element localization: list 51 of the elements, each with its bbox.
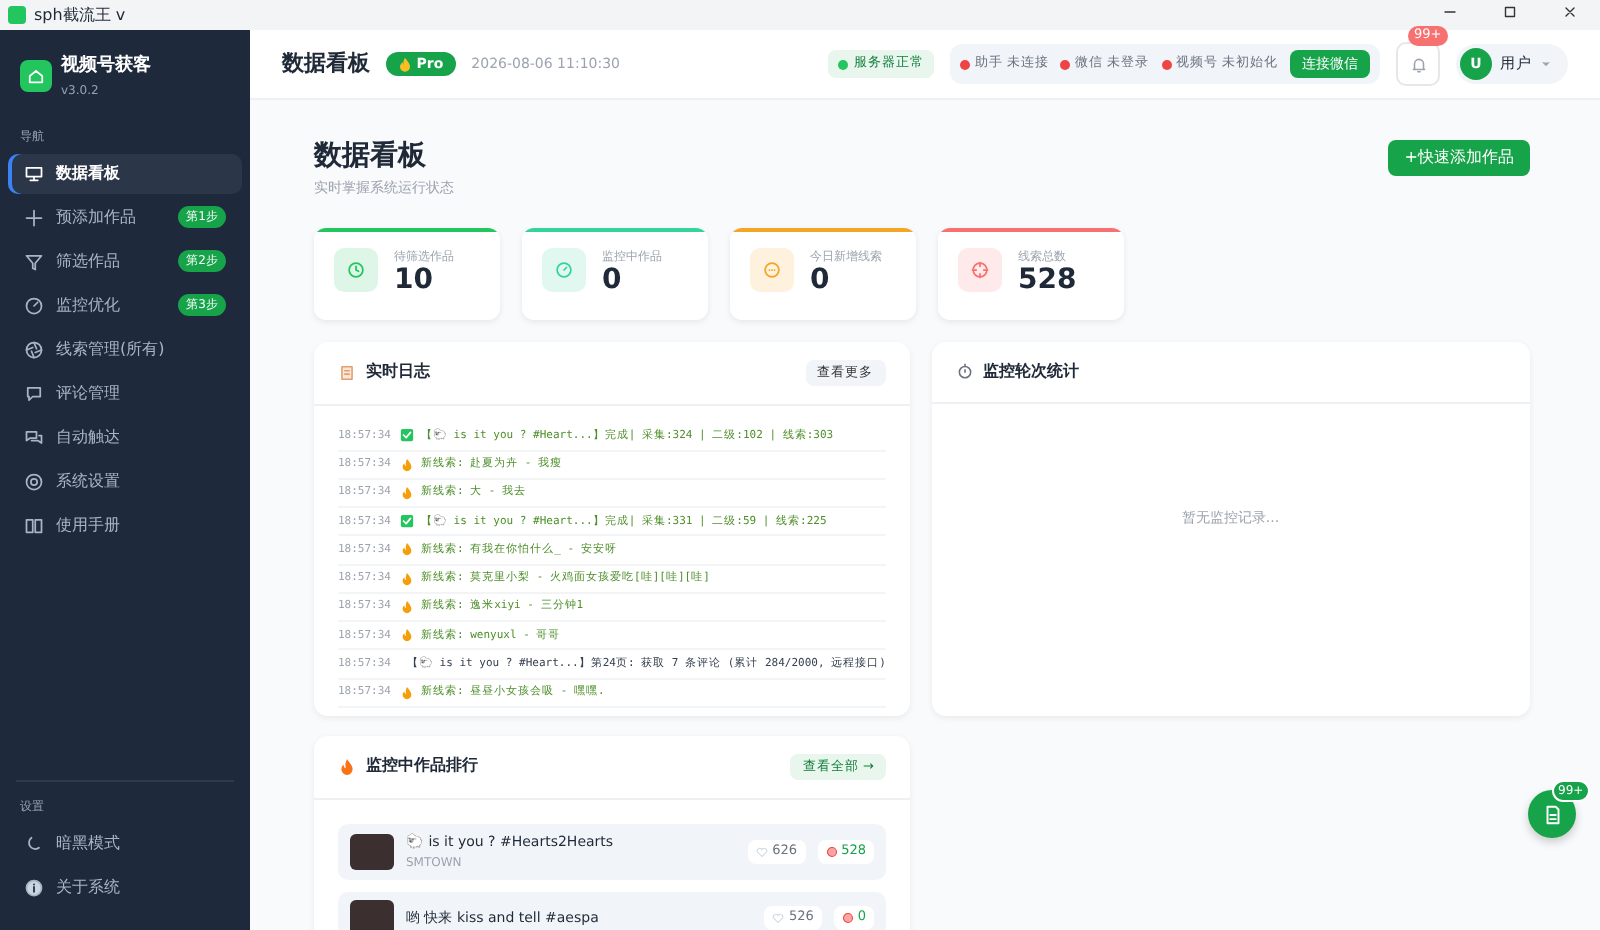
photo-placeholder <box>350 834 394 870</box>
panel-title: 监控轮次统计 <box>983 359 1079 383</box>
flame-icon <box>398 57 412 71</box>
logo-icon <box>20 60 52 93</box>
app-name: 视频号获客 <box>61 54 151 80</box>
page-title: 数据看板 <box>314 138 428 176</box>
stat-value: 0 <box>810 265 832 293</box>
stat-value: 10 <box>394 265 435 293</box>
flame-icon <box>399 685 413 700</box>
chat-icon <box>762 260 782 280</box>
sidebar-item[interactable]: 线索管理(所有) <box>8 329 242 369</box>
sidebar-item[interactable]: 评论管理 <box>8 373 242 413</box>
moon-icon <box>24 834 44 854</box>
notification-button[interactable] <box>1396 42 1440 86</box>
messages-icon <box>24 427 44 447</box>
clock-icon <box>346 260 366 280</box>
caret-icon <box>1540 58 1552 70</box>
clipboard-icon <box>338 363 356 382</box>
plus-icon <box>24 207 44 227</box>
dashboard-icon <box>24 163 44 183</box>
photo-placeholder <box>350 899 394 930</box>
sidebar-item[interactable]: 关于系统 <box>8 868 242 908</box>
stat-value: 528 <box>1018 265 1077 293</box>
filter-icon <box>24 251 44 271</box>
gauge-icon <box>24 295 44 315</box>
maximize-icon[interactable] <box>1502 4 1518 21</box>
stopwatch-icon <box>955 362 973 380</box>
window-title: sph截流王 v <box>34 3 126 27</box>
header-title: 数据看板 <box>282 47 370 80</box>
sidebar-item[interactable]: 数据看板 <box>8 153 242 193</box>
checkbox-icon <box>399 514 413 529</box>
sidebar-item[interactable]: 自动触达 <box>8 417 242 457</box>
info-icon <box>24 878 44 898</box>
heart-icon <box>772 911 785 924</box>
panel-title: 实时日志 <box>366 360 430 385</box>
close-icon[interactable] <box>1562 4 1578 21</box>
checkbox-icon <box>399 428 413 443</box>
document-icon <box>1541 803 1563 825</box>
book-icon <box>24 515 44 535</box>
gauge-icon <box>554 260 574 280</box>
sidebar-item[interactable]: 暗黑模式 <box>8 824 242 864</box>
heart-icon <box>756 846 769 858</box>
aperture-icon <box>24 339 44 359</box>
sidebar-item[interactable]: 使用手册 <box>8 505 242 545</box>
panel-title: 监控中作品排行 <box>366 754 478 779</box>
app-icon <box>8 6 26 24</box>
stat-value: 0 <box>602 265 624 293</box>
bell-icon <box>1409 55 1427 73</box>
flame-icon <box>338 757 356 776</box>
sidebar-item[interactable]: 系统设置 <box>8 461 242 501</box>
chat-icon <box>24 383 44 403</box>
